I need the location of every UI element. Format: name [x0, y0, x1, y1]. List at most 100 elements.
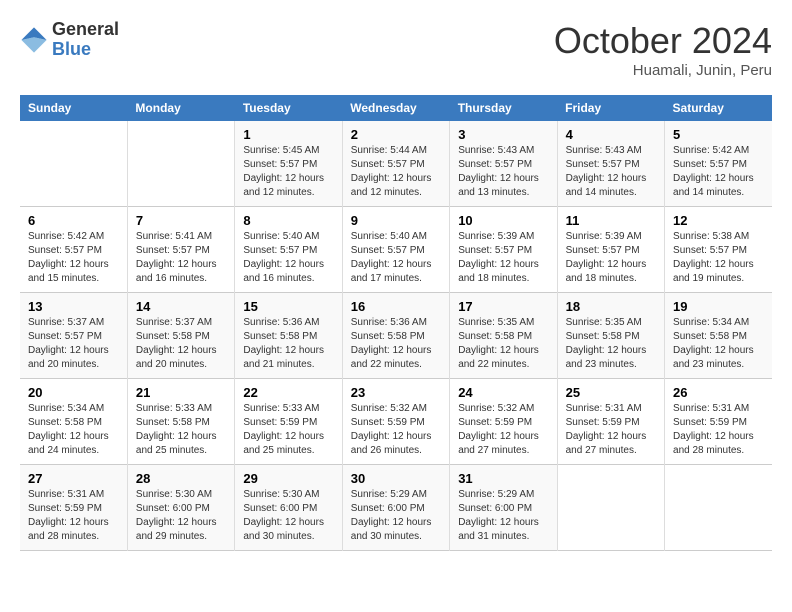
day-info: Sunrise: 5:40 AM Sunset: 5:57 PM Dayligh…: [243, 230, 333, 286]
calendar-cell: 22 Sunrise: 5:33 AM Sunset: 5:59 PM Dayli…: [235, 379, 342, 465]
day-info: Sunrise: 5:32 AM Sunset: 5:59 PM Dayligh…: [351, 402, 441, 458]
day-number: 12: [673, 213, 764, 228]
calendar-week-row: 13 Sunrise: 5:37 AM Sunset: 5:57 PM Dayli…: [20, 293, 772, 379]
calendar-cell: 17Sunrise: 5:35 AM Sunset: 5:58 PM Dayli…: [450, 293, 557, 379]
day-number: 30: [351, 471, 441, 486]
day-info: Sunrise: 5:31 AM Sunset: 5:59 PM Dayligh…: [566, 402, 656, 458]
day-info: Sunrise: 5:43 AM Sunset: 5:57 PM Dayligh…: [458, 144, 548, 200]
day-number: 14: [136, 299, 226, 314]
day-info: Sunrise: 5:29 AM Sunset: 6:00 PM Dayligh…: [351, 488, 441, 544]
calendar-cell: 16Sunrise: 5:36 AM Sunset: 5:58 PM Dayli…: [342, 293, 449, 379]
day-number: 22: [243, 385, 333, 400]
day-info: Sunrise: 5:42 AM Sunset: 5:57 PM Dayligh…: [28, 230, 119, 286]
day-info: Sunrise: 5:39 AM Sunset: 5:57 PM Dayligh…: [458, 230, 548, 286]
logo-text: General Blue: [52, 20, 119, 60]
weekday-header: Saturday: [665, 95, 772, 121]
month-title: October 2024: [554, 20, 772, 62]
calendar-cell: 21Sunrise: 5:33 AM Sunset: 5:58 PM Dayli…: [127, 379, 234, 465]
day-number: 5: [673, 127, 764, 142]
day-info: Sunrise: 5:36 AM Sunset: 5:58 PM Dayligh…: [243, 316, 333, 372]
calendar-header: SundayMondayTuesdayWednesdayThursdayFrid…: [20, 95, 772, 121]
calendar-cell: 4 Sunrise: 5:43 AM Sunset: 5:57 PM Daylig…: [557, 121, 664, 207]
day-info: Sunrise: 5:35 AM Sunset: 5:58 PM Dayligh…: [566, 316, 656, 372]
calendar-cell: 29Sunrise: 5:30 AM Sunset: 6:00 PM Dayli…: [235, 465, 342, 551]
logo-icon: [20, 26, 48, 54]
day-number: 10: [458, 213, 548, 228]
calendar-cell: 2 Sunrise: 5:44 AM Sunset: 5:57 PM Daylig…: [342, 121, 449, 207]
day-number: 6: [28, 213, 119, 228]
calendar-cell: 23Sunrise: 5:32 AM Sunset: 5:59 PM Dayli…: [342, 379, 449, 465]
day-number: 4: [566, 127, 656, 142]
weekday-header: Monday: [127, 95, 234, 121]
day-info: Sunrise: 5:37 AM Sunset: 5:57 PM Dayligh…: [28, 316, 119, 372]
calendar-cell: 26 Sunrise: 5:31 AM Sunset: 5:59 PM Dayli…: [665, 379, 772, 465]
calendar-cell: 5 Sunrise: 5:42 AM Sunset: 5:57 PM Daylig…: [665, 121, 772, 207]
calendar-cell: 6 Sunrise: 5:42 AM Sunset: 5:57 PM Daylig…: [20, 207, 127, 293]
calendar-body: 1 Sunrise: 5:45 AM Sunset: 5:57 PM Daylig…: [20, 121, 772, 551]
day-number: 18: [566, 299, 656, 314]
calendar-cell: 3Sunrise: 5:43 AM Sunset: 5:57 PM Daylig…: [450, 121, 557, 207]
day-number: 2: [351, 127, 441, 142]
calendar-cell: 30 Sunrise: 5:29 AM Sunset: 6:00 PM Dayli…: [342, 465, 449, 551]
day-info: Sunrise: 5:37 AM Sunset: 5:58 PM Dayligh…: [136, 316, 226, 372]
calendar-cell: 20Sunrise: 5:34 AM Sunset: 5:58 PM Dayli…: [20, 379, 127, 465]
calendar-week-row: 20Sunrise: 5:34 AM Sunset: 5:58 PM Dayli…: [20, 379, 772, 465]
calendar-cell: 28Sunrise: 5:30 AM Sunset: 6:00 PM Dayli…: [127, 465, 234, 551]
calendar-cell: 31Sunrise: 5:29 AM Sunset: 6:00 PM Dayli…: [450, 465, 557, 551]
calendar-cell: 14 Sunrise: 5:37 AM Sunset: 5:58 PM Dayli…: [127, 293, 234, 379]
weekday-header: Friday: [557, 95, 664, 121]
logo-line1: General: [52, 20, 119, 40]
day-info: Sunrise: 5:30 AM Sunset: 6:00 PM Dayligh…: [136, 488, 226, 544]
calendar-cell: 10 Sunrise: 5:39 AM Sunset: 5:57 PM Dayli…: [450, 207, 557, 293]
day-number: 24: [458, 385, 548, 400]
calendar-cell: 15Sunrise: 5:36 AM Sunset: 5:58 PM Dayli…: [235, 293, 342, 379]
weekday-header: Thursday: [450, 95, 557, 121]
calendar-cell: 27Sunrise: 5:31 AM Sunset: 5:59 PM Dayli…: [20, 465, 127, 551]
day-number: 26: [673, 385, 764, 400]
day-info: Sunrise: 5:39 AM Sunset: 5:57 PM Dayligh…: [566, 230, 656, 286]
calendar-cell: 11 Sunrise: 5:39 AM Sunset: 5:57 PM Dayli…: [557, 207, 664, 293]
title-block: October 2024 Huamali, Junin, Peru: [554, 20, 772, 79]
calendar-cell: 1 Sunrise: 5:45 AM Sunset: 5:57 PM Daylig…: [235, 121, 342, 207]
calendar-cell: 13 Sunrise: 5:37 AM Sunset: 5:57 PM Dayli…: [20, 293, 127, 379]
day-info: Sunrise: 5:31 AM Sunset: 5:59 PM Dayligh…: [28, 488, 119, 544]
day-info: Sunrise: 5:29 AM Sunset: 6:00 PM Dayligh…: [458, 488, 548, 544]
calendar-cell: 9Sunrise: 5:40 AM Sunset: 5:57 PM Daylig…: [342, 207, 449, 293]
day-number: 17: [458, 299, 548, 314]
location-subtitle: Huamali, Junin, Peru: [554, 62, 772, 79]
day-number: 20: [28, 385, 119, 400]
day-number: 11: [566, 213, 656, 228]
calendar-cell: 12 Sunrise: 5:38 AM Sunset: 5:57 PM Dayli…: [665, 207, 772, 293]
day-info: Sunrise: 5:44 AM Sunset: 5:57 PM Dayligh…: [351, 144, 441, 200]
calendar-table: SundayMondayTuesdayWednesdayThursdayFrid…: [20, 95, 772, 551]
day-number: 1: [243, 127, 333, 142]
calendar-cell: 25 Sunrise: 5:31 AM Sunset: 5:59 PM Dayli…: [557, 379, 664, 465]
day-info: Sunrise: 5:38 AM Sunset: 5:57 PM Dayligh…: [673, 230, 764, 286]
day-info: Sunrise: 5:45 AM Sunset: 5:57 PM Dayligh…: [243, 144, 333, 200]
day-number: 16: [351, 299, 441, 314]
logo: General Blue: [20, 20, 119, 60]
weekday-header: Tuesday: [235, 95, 342, 121]
calendar-cell: 8Sunrise: 5:40 AM Sunset: 5:57 PM Daylig…: [235, 207, 342, 293]
calendar-week-row: 1 Sunrise: 5:45 AM Sunset: 5:57 PM Daylig…: [20, 121, 772, 207]
weekday-header: Sunday: [20, 95, 127, 121]
logo-line2: Blue: [52, 40, 119, 60]
day-info: Sunrise: 5:34 AM Sunset: 5:58 PM Dayligh…: [673, 316, 764, 372]
calendar-week-row: 6 Sunrise: 5:42 AM Sunset: 5:57 PM Daylig…: [20, 207, 772, 293]
day-info: Sunrise: 5:33 AM Sunset: 5:59 PM Dayligh…: [243, 402, 333, 458]
day-number: 9: [351, 213, 441, 228]
calendar-cell: 19 Sunrise: 5:34 AM Sunset: 5:58 PM Dayli…: [665, 293, 772, 379]
day-info: Sunrise: 5:30 AM Sunset: 6:00 PM Dayligh…: [243, 488, 333, 544]
calendar-cell: [127, 121, 234, 207]
day-number: 13: [28, 299, 119, 314]
day-number: 21: [136, 385, 226, 400]
calendar-week-row: 27Sunrise: 5:31 AM Sunset: 5:59 PM Dayli…: [20, 465, 772, 551]
day-info: Sunrise: 5:32 AM Sunset: 5:59 PM Dayligh…: [458, 402, 548, 458]
day-number: 19: [673, 299, 764, 314]
day-info: Sunrise: 5:42 AM Sunset: 5:57 PM Dayligh…: [673, 144, 764, 200]
day-info: Sunrise: 5:31 AM Sunset: 5:59 PM Dayligh…: [673, 402, 764, 458]
day-info: Sunrise: 5:43 AM Sunset: 5:57 PM Dayligh…: [566, 144, 656, 200]
calendar-cell: [665, 465, 772, 551]
day-number: 25: [566, 385, 656, 400]
calendar-cell: 24 Sunrise: 5:32 AM Sunset: 5:59 PM Dayli…: [450, 379, 557, 465]
